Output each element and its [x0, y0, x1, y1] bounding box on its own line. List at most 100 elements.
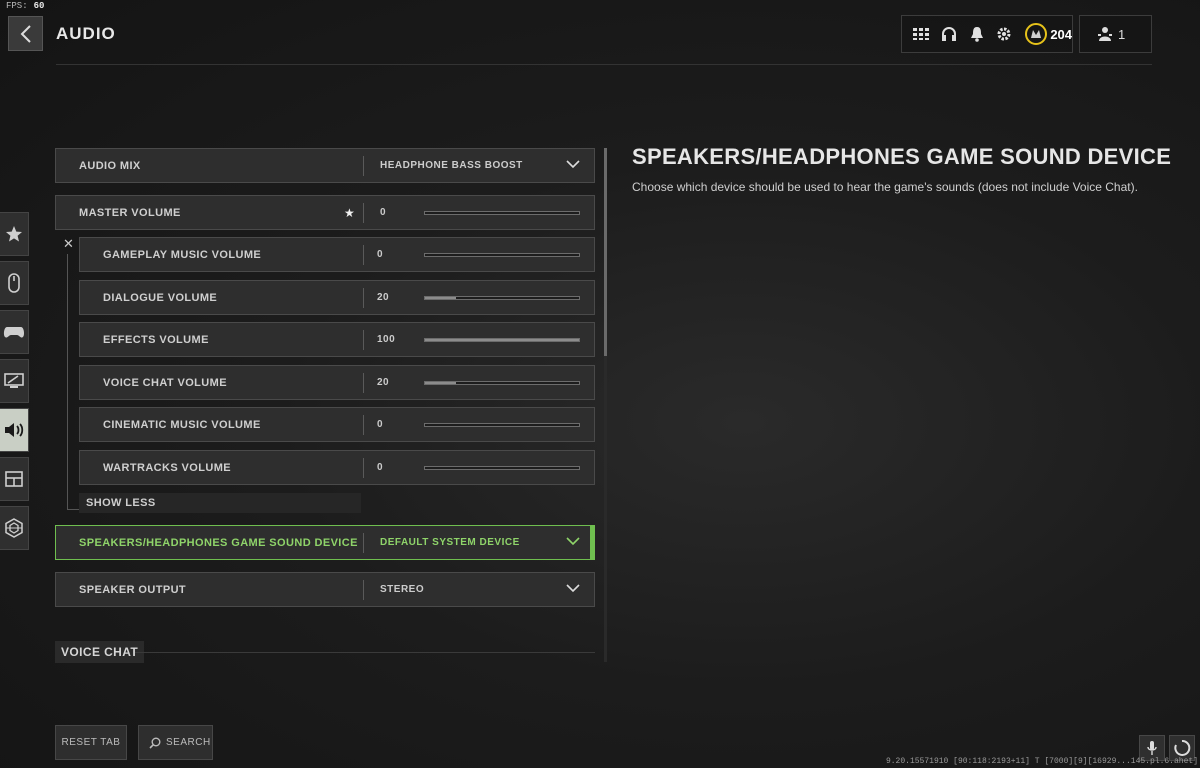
- star-icon: [6, 226, 22, 242]
- cod-points-icon: [1025, 23, 1048, 45]
- setting-value: 0: [377, 419, 384, 430]
- party-button[interactable]: 1: [1079, 15, 1152, 53]
- party-count: 1: [1118, 26, 1126, 42]
- settings-scrollbar[interactable]: [604, 148, 607, 662]
- description-title: SPEAKERS/HEADPHONES GAME SOUND DEVICE: [632, 144, 1172, 169]
- slider-fill: [425, 339, 579, 341]
- gameplay-music-volume-slider[interactable]: GAMEPLAY MUSIC VOLUME 0: [79, 237, 595, 272]
- mouse-icon: [8, 273, 20, 293]
- chevron-down-icon: [566, 584, 580, 593]
- show-less-label: SHOW LESS: [86, 497, 156, 509]
- chevron-left-icon: [20, 24, 31, 43]
- setting-label: SPEAKER OUTPUT: [79, 584, 187, 596]
- tab-account-network[interactable]: [0, 506, 29, 550]
- setting-label: MASTER VOLUME: [79, 207, 181, 219]
- setting-value: 100: [377, 334, 396, 345]
- headset-icon[interactable]: [935, 16, 963, 52]
- setting-label: CINEMATIC MUSIC VOLUME: [103, 419, 261, 431]
- setting-value: 0: [377, 462, 384, 473]
- chevron-down-icon: [566, 160, 580, 169]
- search-button[interactable]: SEARCH: [138, 725, 213, 760]
- scrollbar-thumb[interactable]: [604, 148, 607, 356]
- microphone-icon: [1147, 741, 1157, 755]
- tree-connector: [67, 254, 68, 509]
- sound-device-dropdown[interactable]: SPEAKERS/HEADPHONES GAME SOUND DEVICE DE…: [55, 525, 595, 560]
- slider-track[interactable]: [424, 211, 580, 215]
- search-icon: [149, 737, 161, 749]
- reset-tab-button[interactable]: RESET TAB: [55, 725, 127, 760]
- party-icon: [1098, 27, 1112, 41]
- slider-track[interactable]: [424, 466, 580, 470]
- slider-track[interactable]: [424, 423, 580, 427]
- loading-spinner-icon: [1174, 739, 1191, 756]
- top-icon-bar: 204: [901, 15, 1073, 53]
- slider-track[interactable]: [424, 338, 580, 342]
- setting-label: GAMEPLAY MUSIC VOLUME: [103, 249, 262, 261]
- fps-counter: FPS: 60: [6, 1, 44, 11]
- setting-value: 0: [380, 207, 387, 218]
- slider-track[interactable]: [424, 253, 580, 257]
- row-divider: [363, 580, 364, 600]
- collapse-icon[interactable]: ✕: [63, 236, 74, 252]
- tab-graphics[interactable]: [0, 359, 29, 403]
- row-divider: [363, 330, 364, 350]
- setting-label: SPEAKERS/HEADPHONES GAME SOUND DEVICE: [79, 537, 358, 549]
- audio-mix-dropdown[interactable]: AUDIO MIX HEADPHONE BASS BOOST: [55, 148, 595, 183]
- tab-audio[interactable]: [0, 408, 29, 452]
- effects-volume-slider[interactable]: EFFECTS VOLUME 100: [79, 322, 595, 357]
- setting-value: HEADPHONE BASS BOOST: [380, 160, 523, 171]
- reset-tab-label: RESET TAB: [61, 737, 121, 748]
- slider-track[interactable]: [424, 296, 580, 300]
- tree-connector-foot: [67, 509, 79, 510]
- selection-indicator: [590, 526, 595, 559]
- header-divider: [56, 64, 1152, 65]
- build-version: 9.20.15571910 [90:118:2193+11] T [7000][…: [885, 757, 1198, 766]
- row-divider: [363, 203, 364, 223]
- description-text: Choose which device should be used to he…: [632, 180, 1138, 194]
- wartracks-volume-slider[interactable]: WARTRACKS VOLUME 0: [79, 450, 595, 485]
- tab-mouse[interactable]: [0, 261, 29, 305]
- cod-points-value: 204: [1050, 26, 1073, 42]
- tab-controller[interactable]: [0, 310, 29, 354]
- setting-value: DEFAULT SYSTEM DEVICE: [380, 537, 520, 548]
- voice-chat-section-header: VOICE CHAT: [55, 641, 595, 663]
- row-divider: [363, 373, 364, 393]
- speaker-output-dropdown[interactable]: SPEAKER OUTPUT STEREO: [55, 572, 595, 607]
- setting-label: WARTRACKS VOLUME: [103, 462, 232, 474]
- slider-track[interactable]: [424, 381, 580, 385]
- gear-icon[interactable]: [990, 16, 1018, 52]
- row-divider: [363, 458, 364, 478]
- setting-value: 0: [377, 249, 384, 260]
- setting-value: 20: [377, 292, 390, 303]
- settings-category-tabs: [0, 212, 29, 555]
- row-divider: [363, 245, 364, 265]
- monitor-icon: [4, 373, 24, 388]
- search-label: SEARCH: [166, 737, 211, 748]
- row-divider: [363, 415, 364, 435]
- dialogue-volume-slider[interactable]: DIALOGUE VOLUME 20: [79, 280, 595, 315]
- bell-icon[interactable]: [963, 16, 991, 52]
- voice-chat-volume-slider[interactable]: VOICE CHAT VOLUME 20: [79, 365, 595, 400]
- show-less-button[interactable]: SHOW LESS: [79, 493, 361, 513]
- setting-value: 20: [377, 377, 390, 388]
- row-divider: [363, 156, 364, 176]
- slider-fill: [425, 297, 456, 299]
- section-title: VOICE CHAT: [55, 641, 145, 663]
- master-volume-slider[interactable]: MASTER VOLUME ★ 0: [55, 195, 595, 230]
- cinematic-music-volume-slider[interactable]: CINEMATIC MUSIC VOLUME 0: [79, 407, 595, 442]
- tab-interface[interactable]: [0, 457, 29, 501]
- controller-icon: [3, 327, 25, 338]
- favorite-star-icon[interactable]: ★: [344, 206, 355, 220]
- setting-label: EFFECTS VOLUME: [103, 334, 209, 346]
- setting-label: AUDIO MIX: [79, 160, 141, 172]
- grid-menu-icon[interactable]: [907, 16, 935, 52]
- network-icon: [5, 518, 23, 538]
- cod-points[interactable]: 204: [1024, 22, 1072, 46]
- chevron-down-icon: [566, 537, 580, 546]
- tab-favorites[interactable]: [0, 212, 29, 256]
- fps-label: FPS:: [6, 1, 28, 11]
- setting-label: VOICE CHAT VOLUME: [103, 377, 227, 389]
- speaker-icon: [5, 423, 24, 437]
- back-button[interactable]: [8, 16, 43, 51]
- section-rule: [135, 652, 595, 653]
